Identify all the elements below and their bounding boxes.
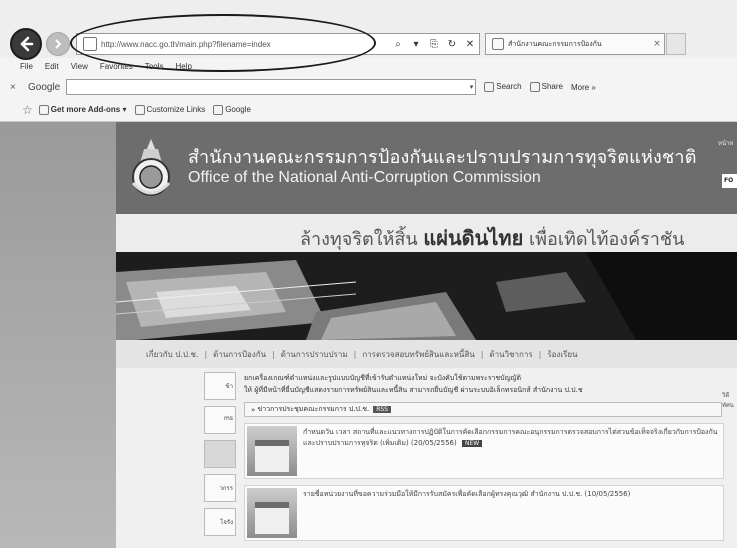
new-badge: NEW — [461, 440, 483, 447]
announcement[interactable]: ยกเครื่องเกณฑ์ตำแหน่งและรูปแบบบัญชีที่เข… — [244, 372, 724, 396]
site-nav: เกี่ยวกับ ป.ป.ช. | ด้านการป้องกัน | ด้านกา… — [116, 340, 737, 368]
hero-banner-image — [116, 252, 737, 340]
announcement-line-1: ยกเครื่องเกณฑ์ตำแหน่งและรูปแบบบัญชีที่เข… — [244, 374, 522, 382]
get-add-ons-link[interactable]: Get more Add-ons ▾ — [38, 105, 127, 115]
search-icon[interactable]: ⌕ — [389, 34, 407, 54]
org-name-thai: สำนักงานคณะกรรมการป้องกันและปราบปรามการท… — [188, 147, 697, 168]
nav-academic[interactable]: ด้านวิชาการ — [489, 348, 532, 361]
favorites-bar: ☆ Get more Add-ons ▾ Customize Links Goo… — [0, 100, 737, 120]
nav-about[interactable]: เกี่ยวกับ ป.ป.ช. — [146, 348, 198, 361]
menu-edit[interactable]: Edit — [45, 62, 59, 71]
page-left-margin — [0, 122, 116, 548]
google-favorite-label: Google — [225, 105, 251, 115]
nav-separator: | — [272, 349, 275, 359]
favorites-star-icon[interactable]: ☆ — [22, 103, 33, 117]
toolbar-close-icon[interactable]: × — [10, 82, 22, 93]
nav-prevention[interactable]: ด้านการป้องกัน — [213, 348, 266, 361]
nav-separator: | — [480, 349, 484, 359]
side-menu-item[interactable] — [204, 440, 236, 468]
menu-help[interactable]: Help — [175, 62, 191, 71]
tab-title: สำนักงานคณะกรรมการป้องกัน — [508, 40, 602, 48]
google-toolbar: × Google ▾ Search Share More » — [0, 76, 737, 98]
menu-favorites[interactable]: Favorites — [100, 62, 133, 71]
news-text: กำหนดวัน เวลา สถานที่และแนวทางการปฏิบัติ… — [303, 424, 723, 478]
section-header[interactable]: » ข่าวการประชุมคณะกรรมการ ป.ป.ช. RSS — [244, 402, 722, 417]
side-menu-item[interactable]: โจรัง — [204, 508, 236, 536]
stop-icon[interactable]: ✕ — [461, 34, 479, 54]
menu-bar: File Edit View Favorites Tools Help — [0, 58, 737, 74]
side-menu-item[interactable]: ข้า — [204, 372, 236, 400]
web-content: สำนักงานคณะกรรมการป้องกันและปราบปรามการท… — [0, 122, 737, 548]
compatibility-view-icon[interactable]: ⎘ — [425, 34, 443, 54]
side-menu-item[interactable]: ms — [204, 406, 236, 434]
news-headline: รายชื่อหน่วยงานที่ขอความร่วมมือให้มีการร… — [303, 490, 631, 498]
google-search-button[interactable]: Search — [484, 82, 522, 92]
news-item[interactable]: รายชื่อหน่วยงานที่ขอความร่วมมือให้มีการร… — [244, 485, 724, 541]
share-label: Share — [541, 82, 563, 92]
news-main: ยกเครื่องเกณฑ์ตำแหน่งและรูปแบบบัญชีที่เข… — [244, 372, 724, 548]
rss-badge[interactable]: RSS — [373, 406, 391, 413]
refresh-icon[interactable]: ↻ — [443, 34, 461, 54]
back-arrow-icon — [20, 36, 34, 52]
forward-arrow-icon — [55, 39, 62, 49]
address-bar[interactable]: http://www.nacc.go.th/main.php?filename=… — [76, 33, 480, 55]
tab-favicon-icon — [492, 38, 504, 50]
nav-complaint[interactable]: ร้องเรียน — [547, 348, 577, 361]
news-thumbnail-image — [247, 488, 297, 538]
side-menu-item[interactable]: วกรร — [204, 474, 236, 502]
nav-asset-inspection[interactable]: การตรวจสอบทรัพย์สินและหนี้สิน — [362, 348, 474, 361]
link-page-icon — [134, 105, 145, 115]
customize-links-link[interactable]: Customize Links — [134, 105, 206, 115]
new-tab-button[interactable] — [666, 33, 686, 55]
search-icon — [484, 82, 495, 92]
add-ons-icon — [38, 105, 49, 115]
browser-tab[interactable]: สำนักงานคณะกรรมการป้องกัน × — [485, 33, 665, 55]
header-right-badge[interactable]: FO — [722, 174, 737, 188]
navigation-row: http://www.nacc.go.th/main.php?filename=… — [0, 0, 737, 60]
nav-separator: | — [204, 349, 208, 359]
right-column-label: วิดีทัศน — [722, 392, 734, 409]
forward-button[interactable] — [46, 32, 70, 56]
google-logo: Google — [28, 81, 61, 93]
share-icon — [529, 82, 540, 92]
org-name-english: Office of the National Anti-Corruption C… — [188, 169, 541, 186]
news-text: รายชื่อหน่วยงานที่ขอความร่วมมือให้มีการร… — [303, 486, 723, 540]
get-add-ons-label: Get more Add-ons — [50, 105, 121, 115]
news-thumbnail-image — [247, 426, 297, 476]
google-favorite-link[interactable]: Google — [213, 105, 251, 115]
slogan-bold: แผ่นดินไทย — [423, 226, 524, 250]
page-icon — [83, 37, 97, 51]
nacc-emblem-logo — [131, 139, 171, 196]
header-right-link[interactable]: หน้าห — [718, 138, 733, 148]
customize-links-label: Customize Links — [146, 105, 206, 115]
google-search-label: Search — [496, 82, 522, 92]
slogan-part-2: เพื่อเทิดไท้องค์ราชัน — [529, 229, 685, 250]
google-search-input[interactable]: ▾ — [66, 79, 477, 95]
search-dropdown-icon[interactable]: ▾ — [470, 83, 474, 91]
menu-tools[interactable]: Tools — [145, 62, 164, 71]
menu-file[interactable]: File — [20, 62, 33, 71]
announcement-line-2: ให้ ผู้ที่มีหน้าที่ยื่นบัญชีแสดงรายการทร… — [244, 386, 583, 394]
nav-suppression[interactable]: ด้านการปราบปราม — [281, 348, 348, 361]
tab-close-icon[interactable]: × — [650, 39, 664, 49]
menu-view[interactable]: View — [71, 62, 88, 71]
site-slogan: ล้างทุจริตให้สิ้น แผ่นดินไทย เพื่อเทิดไท… — [300, 222, 684, 254]
news-item[interactable]: กำหนดวัน เวลา สถานที่และแนวทางการปฏิบัติ… — [244, 423, 724, 479]
nav-separator: | — [353, 349, 357, 359]
news-headline: กำหนดวัน เวลา สถานที่และแนวทางการปฏิบัติ… — [303, 428, 718, 447]
url-text[interactable]: http://www.nacc.go.th/main.php?filename=… — [101, 40, 389, 49]
nav-separator: | — [538, 349, 542, 359]
dropdown-icon[interactable]: ▾ — [407, 34, 425, 54]
section-title: ข่าวการประชุมคณะกรรมการ ป.ป.ช. — [257, 405, 370, 413]
google-favicon-icon — [213, 105, 224, 115]
side-menu: ข้า ms วกรร โจรัง — [204, 372, 238, 548]
more-button[interactable]: More » — [571, 83, 596, 92]
slogan-part-1: ล้างทุจริตให้สิ้น — [300, 229, 418, 250]
browser-chrome: http://www.nacc.go.th/main.php?filename=… — [0, 0, 737, 122]
share-button[interactable]: Share — [529, 82, 563, 92]
back-button[interactable] — [10, 28, 42, 60]
